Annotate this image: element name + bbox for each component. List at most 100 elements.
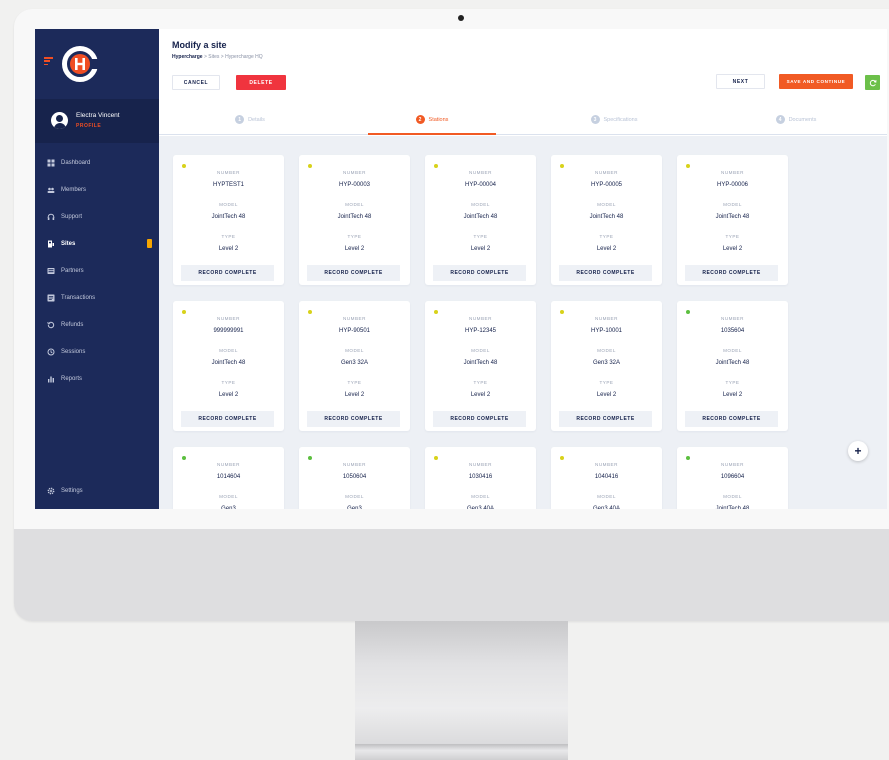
number-label: NUMBER bbox=[343, 170, 366, 175]
station-number: 999999991 bbox=[213, 328, 244, 334]
station-card[interactable]: NUMBER1014604MODELGen3TYPERECORD COMPLET… bbox=[173, 447, 284, 509]
station-model: JointTech 48 bbox=[211, 214, 246, 220]
station-card[interactable]: NUMBER HYP-90501 MODEL Gen3 32A TYPE Level 2 R… bbox=[299, 301, 410, 431]
station-card[interactable]: NUMBER HYP-00005 MODEL JointTech 48 TYPE Leve… bbox=[551, 155, 662, 285]
sidebar-item-refunds[interactable]: Refunds bbox=[35, 311, 159, 338]
status-dot bbox=[686, 310, 690, 314]
gear-icon bbox=[47, 487, 55, 495]
station-type: Level 2 bbox=[596, 392, 617, 398]
record-complete-button[interactable]: RECORD COMPLETE bbox=[181, 265, 274, 281]
sidebar-item-partners[interactable]: Partners bbox=[35, 257, 159, 284]
station-card[interactable]: NUMBER1040416MODELGen3 40ATYPERECORD COM… bbox=[551, 447, 662, 509]
page-header: Modify a site Hypercharge > Sites > Hype… bbox=[159, 29, 887, 136]
station-card[interactable]: NUMBER HYP-00004 MODEL JointTech 48 TYPE Leve… bbox=[425, 155, 536, 285]
sidebar-item-reports[interactable]: Reports bbox=[35, 365, 159, 392]
profile-link[interactable]: PROFILE bbox=[76, 123, 101, 129]
station-number: 1096604 bbox=[720, 474, 745, 480]
type-label: TYPE bbox=[599, 234, 614, 239]
station-card[interactable]: NUMBER HYP-10001 MODEL Gen3 32A TYPE Level 2 R… bbox=[551, 301, 662, 431]
model-label: MODEL bbox=[345, 494, 364, 499]
record-complete-button[interactable]: RECORD COMPLETE bbox=[181, 411, 274, 427]
station-type: Level 2 bbox=[344, 246, 365, 252]
type-label: TYPE bbox=[221, 234, 236, 239]
cancel-button[interactable]: CANCEL bbox=[172, 75, 220, 90]
step-number: 3 bbox=[590, 115, 600, 124]
sites-icon bbox=[47, 240, 55, 248]
record-complete-button[interactable]: RECORD COMPLETE bbox=[685, 411, 778, 427]
sidebar-item-sites[interactable]: Sites bbox=[35, 230, 159, 257]
sidebar-item-transactions[interactable]: Transactions bbox=[35, 284, 159, 311]
add-station-button[interactable]: + bbox=[848, 441, 868, 461]
model-label: MODEL bbox=[345, 202, 364, 207]
station-model: Gen3 32A bbox=[592, 360, 621, 366]
record-complete-button[interactable]: RECORD COMPLETE bbox=[433, 411, 526, 427]
model-label: MODEL bbox=[471, 202, 490, 207]
status-dot bbox=[308, 310, 312, 314]
status-dot bbox=[434, 456, 438, 460]
hamburger-menu-icon[interactable] bbox=[44, 57, 53, 66]
model-label: MODEL bbox=[597, 348, 616, 353]
sidebar-item-label: Partners bbox=[61, 267, 84, 274]
number-label: NUMBER bbox=[217, 462, 240, 467]
step-details[interactable]: 1 Details bbox=[186, 105, 313, 134]
station-number: 1035604 bbox=[720, 328, 745, 334]
model-label: MODEL bbox=[219, 348, 238, 353]
step-label: Details bbox=[248, 116, 265, 123]
station-type: Level 2 bbox=[722, 246, 743, 252]
breadcrumb-sites[interactable]: Sites bbox=[208, 54, 219, 60]
status-dot bbox=[434, 310, 438, 314]
delete-button[interactable]: DELETE bbox=[236, 75, 286, 90]
station-card[interactable]: NUMBER1096604MODELJointTech 48TYPERECORD… bbox=[677, 447, 788, 509]
station-number: HYP-00006 bbox=[716, 182, 749, 188]
record-complete-button[interactable]: RECORD COMPLETE bbox=[433, 265, 526, 281]
record-complete-button[interactable]: RECORD COMPLETE bbox=[307, 265, 400, 281]
station-model: JointTech 48 bbox=[715, 214, 750, 220]
step-stations[interactable]: 2 Stations bbox=[368, 105, 497, 135]
station-number: 1050604 bbox=[342, 474, 367, 480]
step-number: 2 bbox=[415, 115, 425, 124]
transactions-icon bbox=[47, 294, 55, 302]
reports-icon bbox=[47, 375, 55, 383]
refresh-button[interactable] bbox=[865, 75, 880, 90]
station-card[interactable]: NUMBER 999999991 MODEL JointTech 48 TYPE Leve… bbox=[173, 301, 284, 431]
sidebar-item-members[interactable]: Members bbox=[35, 176, 159, 203]
record-complete-button[interactable]: RECORD COMPLETE bbox=[685, 265, 778, 281]
partners-icon bbox=[47, 267, 55, 275]
station-card[interactable]: NUMBER1030416MODELGen3 40ATYPERECORD COM… bbox=[425, 447, 536, 509]
sidebar-item-label: Settings bbox=[61, 487, 83, 494]
next-button[interactable]: NEXT bbox=[716, 74, 765, 89]
imac-stand bbox=[355, 621, 568, 746]
record-complete-button[interactable]: RECORD COMPLETE bbox=[559, 411, 652, 427]
record-complete-button[interactable]: RECORD COMPLETE bbox=[307, 411, 400, 427]
step-documents[interactable]: 4 Documents bbox=[732, 105, 859, 134]
sidebar-item-sessions[interactable]: Sessions bbox=[35, 338, 159, 365]
station-card[interactable]: NUMBER 1035604 MODEL JointTech 48 TYPE Level … bbox=[677, 301, 788, 431]
station-card[interactable]: NUMBER HYP-00006 MODEL JointTech 48 TYPE Leve… bbox=[677, 155, 788, 285]
number-label: NUMBER bbox=[469, 316, 492, 321]
breadcrumb-root[interactable]: Hypercharge bbox=[172, 54, 203, 60]
record-complete-button[interactable]: RECORD COMPLETE bbox=[559, 265, 652, 281]
station-card[interactable]: NUMBER HYP-00003 MODEL JointTech 48 TYPE Leve… bbox=[299, 155, 410, 285]
station-card[interactable]: NUMBER HYPTEST1 MODEL JointTech 48 TYPE Level… bbox=[173, 155, 284, 285]
station-card[interactable]: NUMBER1050604MODELGen3TYPERECORD COMPLET… bbox=[299, 447, 410, 509]
sidebar-item-support[interactable]: Support bbox=[35, 203, 159, 230]
profile-card[interactable]: Electra Vincent PROFILE bbox=[35, 99, 159, 143]
station-card[interactable]: NUMBER HYP-12345 MODEL JointTech 48 TYPE Leve… bbox=[425, 301, 536, 431]
breadcrumb-separator: > bbox=[203, 54, 207, 60]
refresh-icon bbox=[869, 79, 876, 86]
model-label: MODEL bbox=[345, 348, 364, 353]
station-type: Level 2 bbox=[470, 246, 491, 252]
station-number: 1014604 bbox=[216, 474, 241, 480]
status-dot bbox=[308, 456, 312, 460]
station-number: 1030416 bbox=[468, 474, 493, 480]
sidebar-item-dashboard[interactable]: Dashboard bbox=[35, 149, 159, 176]
sidebar-item-label: Support bbox=[61, 213, 83, 220]
camera-dot bbox=[458, 15, 464, 21]
sidebar-item-settings[interactable]: Settings bbox=[35, 477, 159, 504]
sessions-icon bbox=[47, 348, 55, 356]
step-specifications[interactable]: 3 Specifications bbox=[550, 105, 677, 134]
save-and-continue-button[interactable]: SAVE AND CONTINUE bbox=[779, 74, 853, 89]
imac-stand-foot bbox=[355, 744, 568, 760]
breadcrumb-separator: > bbox=[220, 54, 224, 60]
step-number: 4 bbox=[775, 115, 785, 124]
